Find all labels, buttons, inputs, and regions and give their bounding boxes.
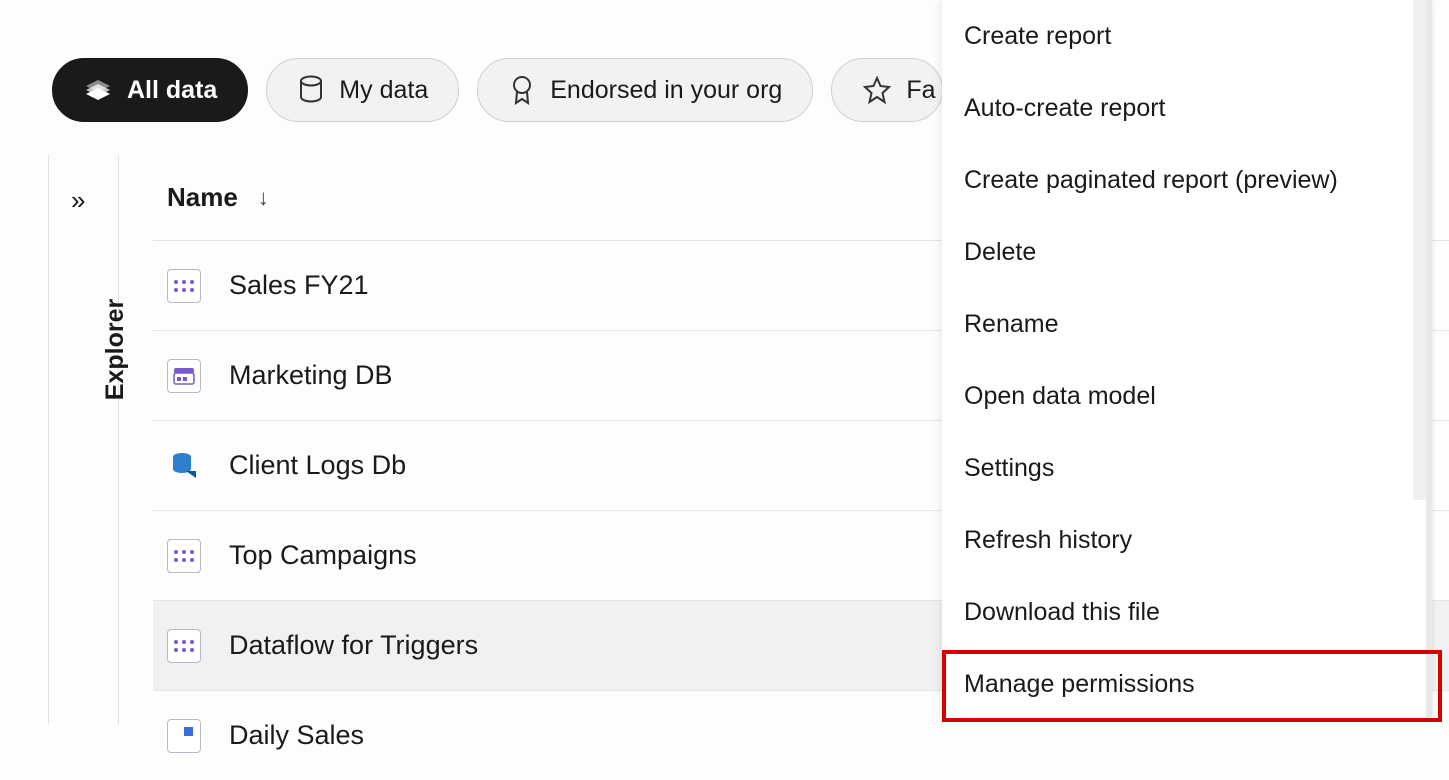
cylinder-icon (297, 75, 325, 105)
menu-rename[interactable]: Rename (942, 288, 1426, 360)
menu-create-report[interactable]: Create report (942, 0, 1426, 72)
menu-manage-permissions[interactable]: Manage permissions (942, 648, 1426, 720)
semantic-model-icon (167, 629, 201, 663)
row-label: Client Logs Db (229, 450, 406, 481)
database-icon (167, 449, 201, 483)
row-label: Daily Sales (229, 720, 364, 751)
menu-create-paginated-report[interactable]: Create paginated report (preview) (942, 144, 1426, 216)
filter-label: Endorsed in your org (550, 76, 782, 105)
column-name: Name (167, 182, 238, 213)
datamart-icon (167, 359, 201, 393)
sort-arrow-icon[interactable]: ↓ (258, 185, 269, 211)
explorer-sidebar: » Explorer (49, 155, 119, 724)
filter-endorsed[interactable]: Endorsed in your org (477, 58, 813, 122)
explorer-label[interactable]: Explorer (101, 299, 130, 400)
menu-refresh-history[interactable]: Refresh history (942, 504, 1426, 576)
semantic-model-icon (167, 539, 201, 573)
menu-delete[interactable]: Delete (942, 216, 1426, 288)
stack-icon (83, 76, 113, 104)
semantic-model-icon (167, 269, 201, 303)
menu-settings[interactable]: Settings (942, 432, 1426, 504)
filter-label: Fa (906, 76, 935, 105)
menu-auto-create-report[interactable]: Auto-create report (942, 72, 1426, 144)
star-icon (862, 76, 892, 104)
filter-all-data[interactable]: All data (52, 58, 248, 122)
row-label: Top Campaigns (229, 540, 417, 571)
menu-scrollbar[interactable] (1413, 0, 1426, 500)
filter-label: All data (127, 76, 217, 105)
menu-open-data-model[interactable]: Open data model (942, 360, 1426, 432)
menu-download-file[interactable]: Download this file (942, 576, 1426, 648)
expand-icon[interactable]: » (71, 185, 85, 216)
filter-label: My data (339, 76, 428, 105)
row-label: Sales FY21 (229, 270, 369, 301)
filter-my-data[interactable]: My data (266, 58, 459, 122)
context-menu: Create report Auto-create report Create … (942, 0, 1432, 720)
ribbon-icon (508, 74, 536, 106)
filter-favorites[interactable]: Fa (831, 58, 942, 122)
row-label: Marketing DB (229, 360, 393, 391)
row-label: Dataflow for Triggers (229, 630, 478, 661)
